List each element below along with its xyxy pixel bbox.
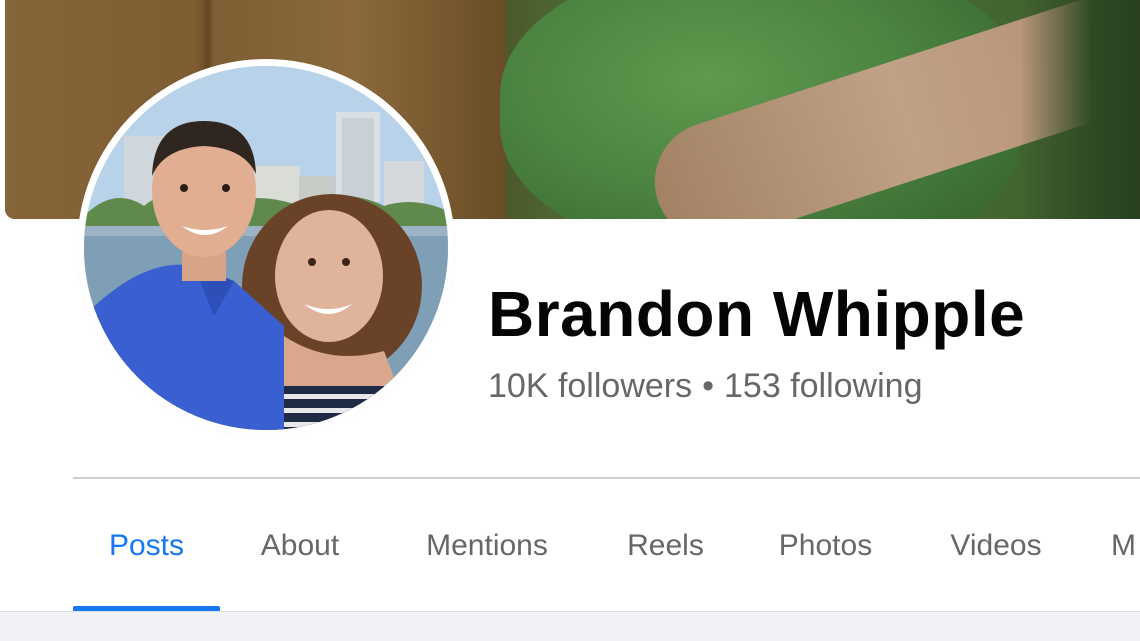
tab-photos-label: Photos — [778, 528, 873, 562]
tab-mentions[interactable]: Mentions — [397, 480, 577, 611]
tab-videos[interactable]: Videos — [926, 480, 1066, 611]
header-divider — [73, 477, 1140, 479]
cover-dark-edge — [1020, 0, 1140, 219]
tab-posts-label: Posts — [108, 528, 185, 562]
follow-stats: 10K followers • 153 following — [488, 366, 923, 406]
tab-reels[interactable]: Reels — [608, 480, 723, 611]
stats-separator: • — [702, 367, 715, 405]
tab-videos-label: Videos — [950, 528, 1042, 562]
tab-about[interactable]: About — [235, 480, 365, 611]
avatar-photo — [84, 66, 448, 430]
profile-tabs: Posts About Mentions Reels Photos Videos… — [73, 480, 1140, 611]
tab-posts[interactable]: Posts — [73, 480, 220, 611]
content-area-edge — [0, 611, 1140, 641]
tab-more-label: M — [1111, 528, 1136, 562]
tab-photos[interactable]: Photos — [753, 480, 898, 611]
following-count-link[interactable]: 153 following — [724, 367, 922, 405]
tab-reels-label: Reels — [627, 528, 704, 562]
profile-page: Brandon Whipple 10K followers • 153 follow… — [0, 0, 1140, 641]
tab-more[interactable]: M — [1111, 480, 1140, 611]
profile-avatar[interactable] — [84, 66, 448, 430]
tab-about-label: About — [260, 528, 340, 562]
tab-mentions-label: Mentions — [426, 528, 548, 562]
followers-count-link[interactable]: 10K followers — [488, 367, 692, 405]
profile-name: Brandon Whipple — [488, 278, 1026, 350]
